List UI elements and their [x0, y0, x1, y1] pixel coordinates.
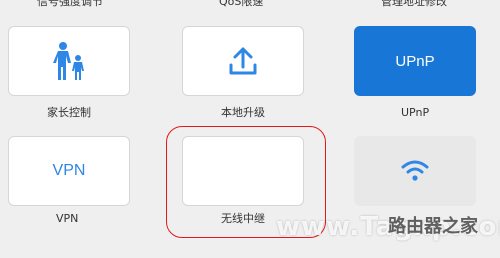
tile-label-signal-strength: 信号强度调节 [37, 0, 103, 8]
upnp-tile-text: UPnP [395, 52, 435, 70]
upnp-tile[interactable]: UPnP [354, 26, 476, 96]
parental-control-icon [53, 42, 84, 80]
vpn-tile[interactable]: VPN [8, 136, 130, 206]
wifi-tile[interactable] [354, 136, 476, 206]
tile-label-qos: QoS限速 [219, 0, 264, 8]
tile-label-parental-control: 家长控制 [47, 106, 91, 119]
tile-label-vpn: VPN [56, 212, 79, 225]
local-upgrade-tile[interactable] [182, 26, 304, 96]
tile-label-admin-address: 管理地址修改 [381, 0, 447, 8]
tile-label-upnp: UPnP [401, 106, 430, 119]
vpn-tile-text: VPN [52, 162, 86, 179]
watermark-logo-text: 路由器之家 [388, 216, 478, 237]
upload-icon [229, 47, 257, 75]
tile-label-local-upgrade: 本地升级 [221, 106, 265, 119]
wifi-icon [401, 160, 429, 181]
advanced-tools-grid: 信号强度调节 QoS限速 管理地址修改 家长控制 本地升级 UPnP UPnP … [0, 0, 500, 258]
parental-control-tile[interactable] [8, 26, 130, 96]
